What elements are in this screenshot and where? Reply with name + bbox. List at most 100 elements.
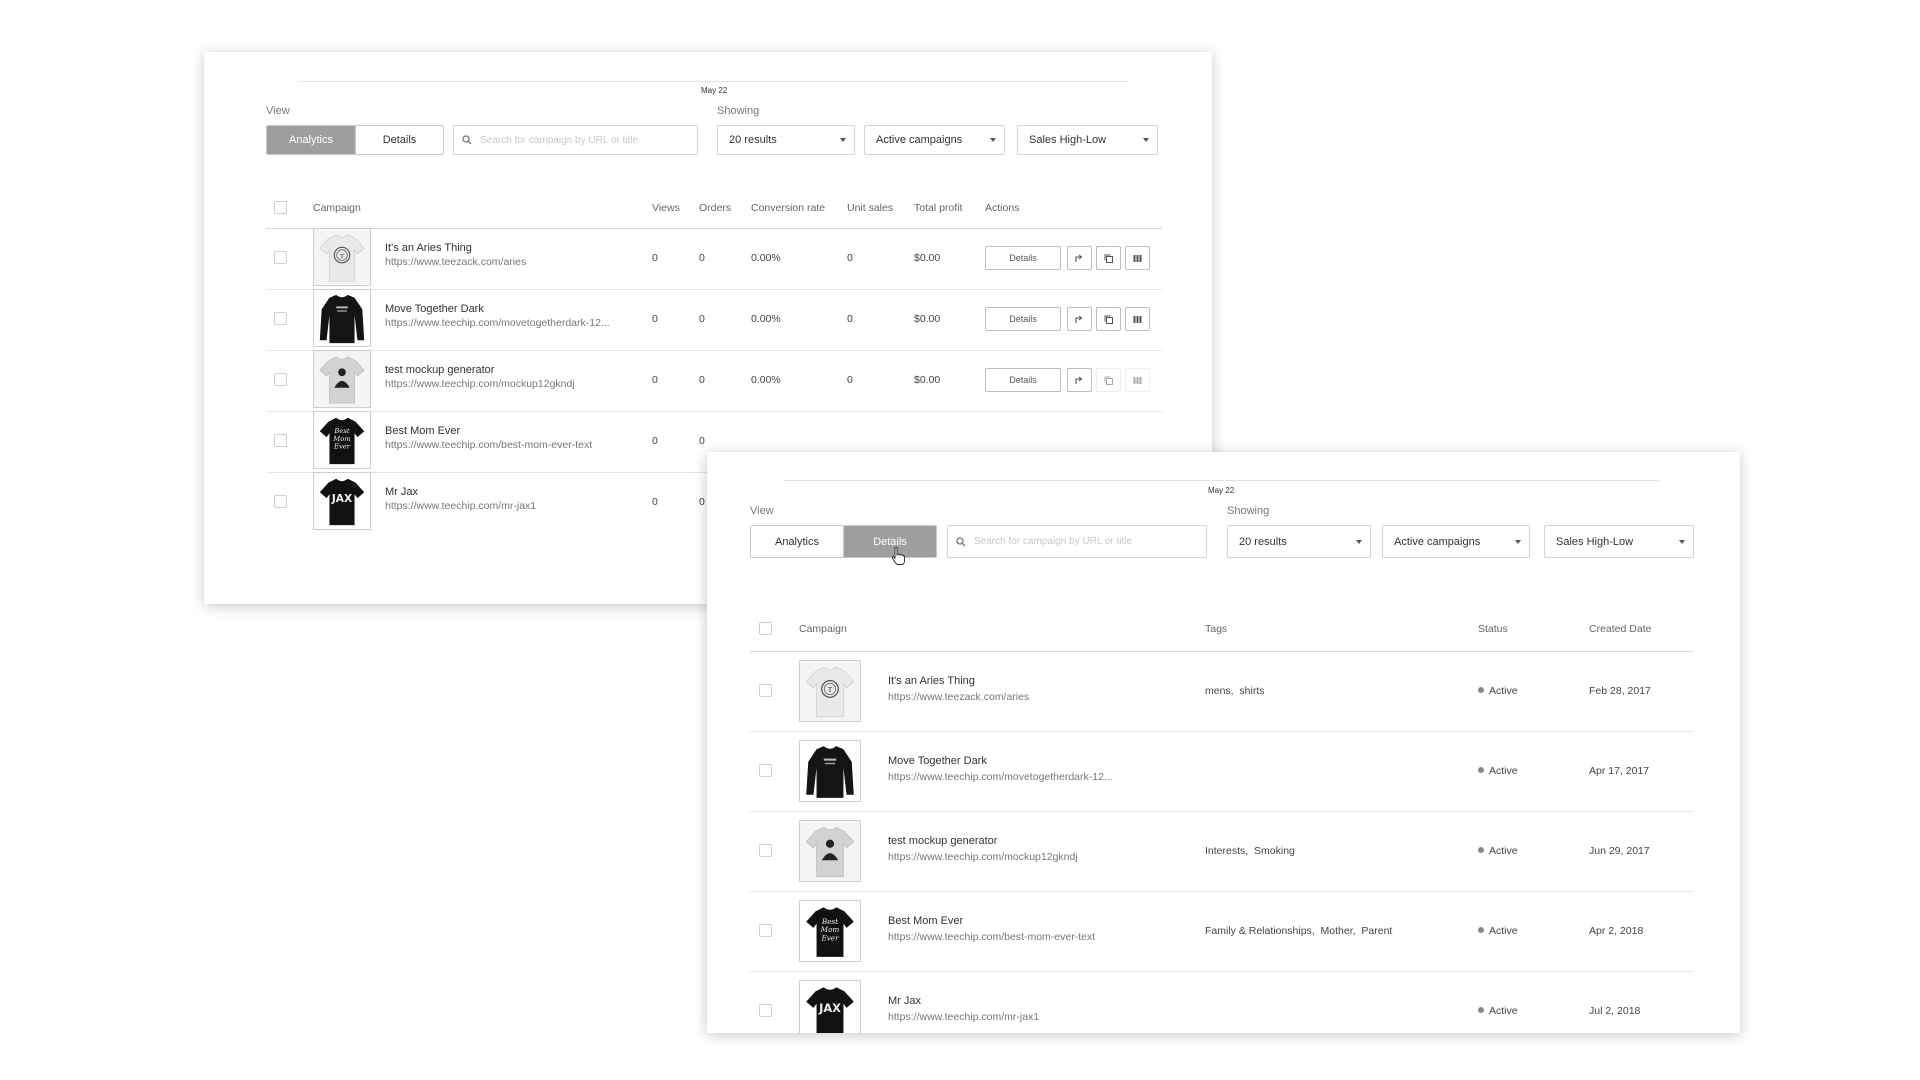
- campaign-filter-dropdown[interactable]: Active campaigns: [864, 125, 1005, 155]
- share-button[interactable]: [1067, 307, 1092, 331]
- sort-dropdown-value: Sales High-Low: [1556, 535, 1634, 548]
- campaign-name[interactable]: It's an Aries Thing: [888, 675, 975, 687]
- campaign-url[interactable]: https://www.teechip.com/best-mom-ever-te…: [888, 931, 1158, 943]
- campaign-url[interactable]: https://www.teechip.com/mockup12gkndj: [888, 851, 1158, 863]
- sort-dropdown-value: Sales High-Low: [1029, 134, 1107, 146]
- header-divider: [750, 651, 1693, 652]
- campaign-url[interactable]: https://www.teechip.com/mockup12gkndj: [385, 378, 625, 390]
- duplicate-button[interactable]: [1096, 307, 1121, 331]
- tab-analytics[interactable]: Analytics: [267, 126, 355, 154]
- duplicate-icon: [1104, 315, 1113, 324]
- campaign-url[interactable]: https://www.teechip.com/best-mom-ever-te…: [385, 439, 625, 451]
- status-text: Active: [1489, 925, 1518, 937]
- row-checkbox[interactable]: [274, 373, 287, 386]
- campaign-thumbnail: [313, 289, 371, 347]
- details-button[interactable]: Details: [985, 307, 1061, 331]
- grid-button[interactable]: [1125, 368, 1150, 392]
- column-header-orders: Orders: [699, 202, 732, 214]
- select-all-checkbox[interactable]: [759, 622, 772, 635]
- column-header-conversion-rate: Conversion rate: [751, 202, 826, 214]
- tab-details[interactable]: Details: [843, 526, 936, 557]
- status-text: Active: [1489, 1005, 1518, 1017]
- duplicate-button[interactable]: [1096, 246, 1121, 270]
- search-input[interactable]: [974, 536, 1174, 547]
- column-header-campaign: Campaign: [313, 202, 361, 214]
- row-checkbox[interactable]: [274, 434, 287, 447]
- shirt-image: T: [800, 661, 860, 721]
- row-checkbox[interactable]: [274, 312, 287, 325]
- orders-value: 0: [699, 496, 705, 508]
- row-divider: [750, 731, 1693, 732]
- campaign-thumbnail: [799, 820, 861, 882]
- campaign-thumbnail: Best Mom Ever: [313, 411, 371, 469]
- share-button[interactable]: [1067, 368, 1092, 392]
- row-checkbox[interactable]: [274, 251, 287, 264]
- results-dropdown[interactable]: 20 results: [1227, 525, 1371, 558]
- campaign-url[interactable]: https://www.teechip.com/mr-jax1: [888, 1011, 1158, 1023]
- campaign-filter-dropdown[interactable]: Active campaigns: [1382, 525, 1530, 558]
- share-button[interactable]: [1067, 246, 1092, 270]
- shirt-image: [314, 351, 370, 407]
- row-checkbox[interactable]: [759, 1004, 772, 1017]
- campaign-url[interactable]: https://www.teechip.com/mr-jax1: [385, 500, 625, 512]
- campaign-name[interactable]: Best Mom Ever: [385, 425, 460, 437]
- tab-analytics[interactable]: Analytics: [751, 526, 843, 557]
- caret-down-icon: [840, 138, 846, 142]
- views-value: 0: [652, 313, 658, 325]
- details-button[interactable]: Details: [985, 246, 1061, 270]
- row-divider: [266, 289, 1162, 290]
- campaign-url[interactable]: https://www.teechip.com/movetogetherdark…: [385, 317, 625, 329]
- campaign-name[interactable]: Move Together Dark: [385, 303, 484, 315]
- view-toggle: Analytics Details: [266, 125, 444, 155]
- duplicate-icon: [1104, 254, 1113, 263]
- campaign-name[interactable]: test mockup generator: [888, 835, 997, 847]
- campaign-filter-value: Active campaigns: [1394, 535, 1481, 548]
- campaign-name[interactable]: Mr Jax: [385, 486, 418, 498]
- row-checkbox[interactable]: [759, 684, 772, 697]
- total-profit-value: $0.00: [914, 374, 941, 386]
- duplicate-icon: [1104, 376, 1113, 385]
- view-label: View: [750, 505, 774, 517]
- view-toggle: Analytics Details: [750, 525, 937, 558]
- column-header-campaign: Campaign: [799, 623, 847, 635]
- campaign-url[interactable]: https://www.teezack.com/aries: [888, 691, 1158, 703]
- row-checkbox[interactable]: [759, 764, 772, 777]
- grid-button[interactable]: [1125, 307, 1150, 331]
- campaign-name[interactable]: It's an Aries Thing: [385, 242, 472, 254]
- grid-button[interactable]: [1125, 246, 1150, 270]
- svg-text:JAX: JAX: [331, 492, 352, 505]
- campaign-url[interactable]: https://www.teezack.com/aries: [385, 256, 625, 268]
- status-dot-icon: [1478, 767, 1484, 773]
- shirt-image: T: [314, 229, 370, 285]
- search-input[interactable]: [480, 134, 668, 146]
- row-checkbox[interactable]: [759, 924, 772, 937]
- campaign-url[interactable]: https://www.teechip.com/movetogetherdark…: [888, 771, 1158, 783]
- row-checkbox[interactable]: [274, 495, 287, 508]
- views-value: 0: [652, 252, 658, 264]
- status-dot-icon: [1478, 1007, 1484, 1013]
- sort-dropdown[interactable]: Sales High-Low: [1017, 125, 1158, 155]
- search-icon: [462, 135, 472, 145]
- campaign-thumbnail: T: [799, 660, 861, 722]
- shirt-image: JAX: [800, 981, 860, 1033]
- campaign-name[interactable]: test mockup generator: [385, 364, 494, 376]
- unit-sales-value: 0: [847, 313, 853, 325]
- select-all-checkbox[interactable]: [274, 201, 287, 214]
- tab-details[interactable]: Details: [355, 126, 443, 154]
- created-date: Apr 17, 2017: [1589, 765, 1650, 777]
- created-date: Apr 2, 2018: [1589, 925, 1644, 937]
- row-divider: [750, 811, 1693, 812]
- conversion-rate-value: 0.00%: [751, 313, 781, 325]
- results-dropdown-value: 20 results: [729, 134, 777, 146]
- row-checkbox[interactable]: [759, 844, 772, 857]
- results-dropdown[interactable]: 20 results: [717, 125, 855, 155]
- campaign-name[interactable]: Mr Jax: [888, 995, 921, 1007]
- details-button[interactable]: Details: [985, 368, 1061, 392]
- campaign-name[interactable]: Move Together Dark: [888, 755, 987, 767]
- sort-dropdown[interactable]: Sales High-Low: [1544, 525, 1694, 558]
- created-date: Jul 2, 2018: [1589, 1005, 1641, 1017]
- campaign-name[interactable]: Best Mom Ever: [888, 915, 963, 927]
- grid-icon: [1133, 254, 1142, 262]
- duplicate-button[interactable]: [1096, 368, 1121, 392]
- shirt-image: JAX: [314, 473, 370, 529]
